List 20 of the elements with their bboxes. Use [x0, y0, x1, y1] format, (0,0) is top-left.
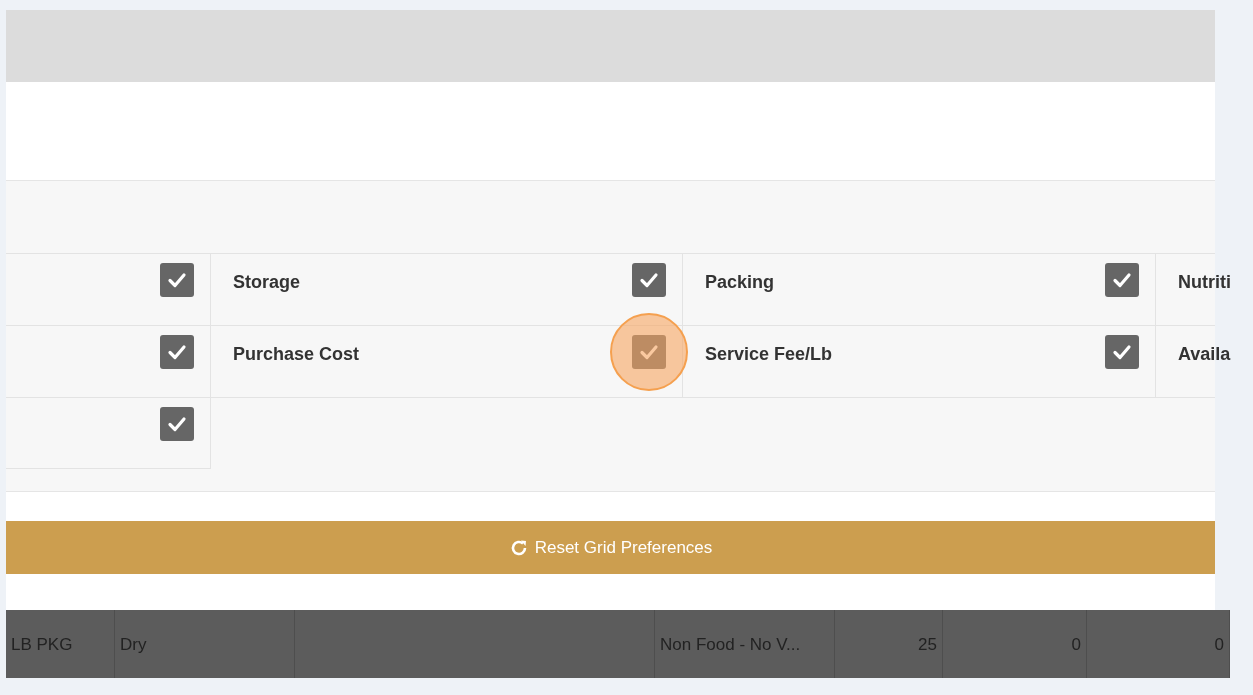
option-label: Packing — [705, 271, 775, 294]
option-label: Service Fee/Lb — [705, 343, 833, 366]
option-label: Purchase Cost — [233, 343, 360, 366]
option-label: Availa — [1178, 343, 1231, 366]
checkbox[interactable] — [1105, 335, 1139, 369]
table-cell-text: 25 — [918, 634, 937, 656]
checkbox[interactable] — [1105, 263, 1139, 297]
table-cell-text: 0 — [1071, 634, 1081, 656]
table-cell-text: LB PKG — [11, 634, 73, 656]
checkbox[interactable] — [160, 335, 194, 369]
table-cell-text: Dry — [120, 634, 147, 656]
checkbox[interactable] — [160, 263, 194, 297]
table-cell-text: 0 — [1214, 634, 1224, 656]
table-cell-text: Non Food - No V... — [660, 634, 801, 656]
checkbox[interactable] — [632, 263, 666, 297]
checkbox[interactable] — [160, 407, 194, 441]
checkbox[interactable] — [632, 335, 666, 369]
reset-button[interactable]: Reset Grid Preferences — [6, 521, 1215, 574]
option-label: Storage — [233, 271, 301, 294]
option-label: Nutriti — [1178, 271, 1231, 294]
